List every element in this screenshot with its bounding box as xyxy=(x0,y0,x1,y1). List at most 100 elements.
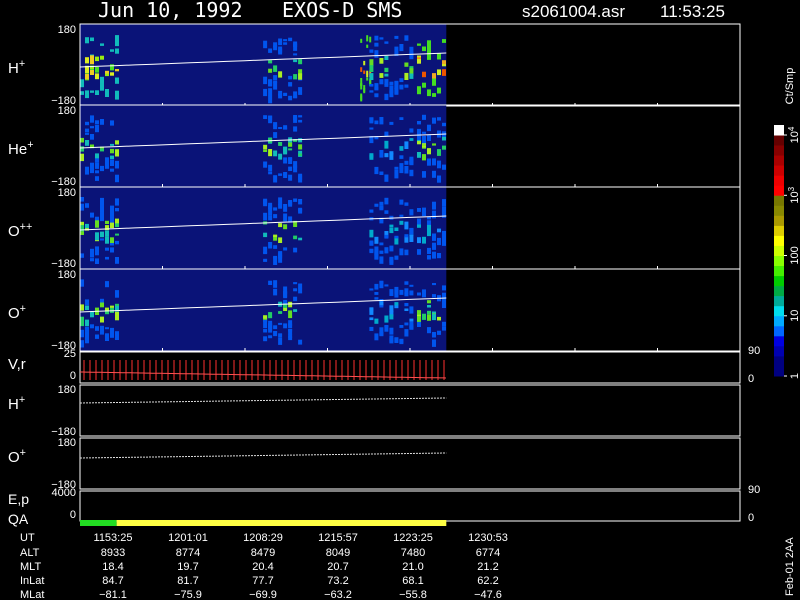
spectrogram-cell xyxy=(115,290,119,298)
spectrogram-cell xyxy=(115,257,119,264)
panel-label: H+ xyxy=(8,58,25,77)
spectrogram-cell xyxy=(80,340,84,347)
spectrogram-cell xyxy=(268,172,273,175)
spectrogram-cell xyxy=(263,149,268,152)
spectrogram-cell xyxy=(369,59,374,66)
panel-att-h-plus: H+180−180 xyxy=(8,384,741,438)
spectrogram-cell xyxy=(293,288,298,292)
spectrogram-cell xyxy=(80,153,84,162)
colorbar-swatch xyxy=(774,165,784,176)
spectrogram-cell xyxy=(384,174,389,182)
spectrogram-cell xyxy=(110,148,114,154)
header-date: Jun 10, 1992 xyxy=(98,0,243,22)
spectrogram-cell xyxy=(404,322,409,326)
header-instrument: EXOS-D SMS xyxy=(282,0,402,22)
spectrogram-cell xyxy=(442,136,446,141)
spectrogram-cell xyxy=(105,157,109,165)
colorbar-swatch xyxy=(774,225,784,236)
spectrogram-cell xyxy=(427,45,431,53)
spectrogram-cell xyxy=(110,237,114,243)
spectrogram-cell xyxy=(100,165,104,171)
spectrogram-cell xyxy=(110,205,114,211)
spectrogram-cell xyxy=(399,85,404,88)
spectrogram-cell xyxy=(389,337,394,344)
spectrogram-cell xyxy=(417,208,421,212)
spectrogram-cell xyxy=(409,306,414,314)
spectrogram-cell xyxy=(268,209,273,216)
spectrogram-cell xyxy=(80,203,84,211)
spectrogram-cell xyxy=(283,92,288,96)
spectrogram-cell xyxy=(288,75,293,80)
spectrogram-cell xyxy=(273,234,278,238)
spectrogram-cell xyxy=(110,159,114,166)
spectrogram-cell xyxy=(379,281,384,284)
spectrogram-cell xyxy=(379,256,384,264)
spectrogram-cell xyxy=(384,93,389,101)
spectrogram-cell xyxy=(374,236,379,244)
colorbar-swatch xyxy=(774,355,784,367)
spectrogram-cell xyxy=(110,122,114,126)
spectrogram-cell xyxy=(404,141,409,149)
ephemeris-cell: 19.7 xyxy=(177,561,198,573)
spectrogram-cell xyxy=(85,299,89,306)
spectrogram-cell xyxy=(399,117,404,120)
spectrogram-cell xyxy=(399,199,404,205)
spectrogram-cell xyxy=(422,171,426,178)
panel-label: H+ xyxy=(8,394,25,413)
spectrogram-cell xyxy=(394,169,399,173)
spectrogram-cell xyxy=(283,291,288,298)
spectrogram-cell xyxy=(100,316,104,323)
ephemeris-cell: 8049 xyxy=(326,547,350,559)
spectrogram-cell xyxy=(379,117,384,125)
colorbar-swatch xyxy=(774,345,784,357)
spectrogram-cell xyxy=(417,249,421,255)
spectrogram-cell xyxy=(369,229,374,238)
spectrogram-cell xyxy=(293,198,298,202)
colorbar-swatch xyxy=(774,135,784,146)
spectrogram-cell xyxy=(442,39,446,43)
spectrogram-cell xyxy=(283,157,288,164)
spectrogram-cell xyxy=(404,292,409,295)
y-top-label: 180 xyxy=(58,437,76,449)
panel-frame xyxy=(79,490,741,522)
spectrogram-cell xyxy=(278,93,283,96)
spectrogram-cell xyxy=(442,212,446,218)
panel-label: V,r xyxy=(8,356,26,373)
spectrogram-cell xyxy=(100,84,104,88)
spectrogram-cell xyxy=(366,44,369,48)
spectrogram-cell xyxy=(268,202,273,211)
panel-frame xyxy=(79,351,741,384)
spectrogram-cell xyxy=(85,166,89,175)
spectrogram-cell xyxy=(432,242,436,250)
spectrogram-cell xyxy=(427,305,431,308)
spectrogram-cell xyxy=(273,280,278,288)
spectrogram-cell xyxy=(115,208,119,212)
spectrogram-cell xyxy=(366,70,369,78)
panel-label: E,p xyxy=(8,491,29,507)
spectrogram-cell xyxy=(437,330,441,335)
spectrogram-cell xyxy=(115,150,119,157)
spectrogram-cell xyxy=(115,200,119,203)
spectrogram-cell xyxy=(360,83,363,90)
spectrogram-cell xyxy=(110,64,114,71)
colorbar-swatch xyxy=(774,145,784,156)
spectrogram-cell xyxy=(374,318,379,324)
spectrogram-cell xyxy=(105,236,109,244)
ephemeris-cell: 8479 xyxy=(251,547,275,559)
spectrogram-cell xyxy=(409,156,414,164)
spectrogram-cell xyxy=(394,302,399,306)
spectrogram-cell xyxy=(437,117,441,121)
spectrogram-cell xyxy=(283,42,288,45)
spectrogram-cell xyxy=(404,202,409,206)
spectrogram-cell xyxy=(105,256,109,260)
spectrogram-cell xyxy=(268,60,273,64)
ephemeris-cell: 18.4 xyxy=(102,561,123,573)
spectrogram-cell xyxy=(110,168,114,172)
spectrogram-cell xyxy=(80,91,84,95)
y-top-label: 180 xyxy=(58,384,76,396)
colorbar-swatch xyxy=(774,155,784,166)
colorbar-tick-label: 104 xyxy=(787,126,800,143)
spectrogram-cell xyxy=(100,197,104,204)
ephemeris-cell: −75.9 xyxy=(174,589,202,600)
panel-o-plusplus: O++180−180 xyxy=(8,186,741,270)
